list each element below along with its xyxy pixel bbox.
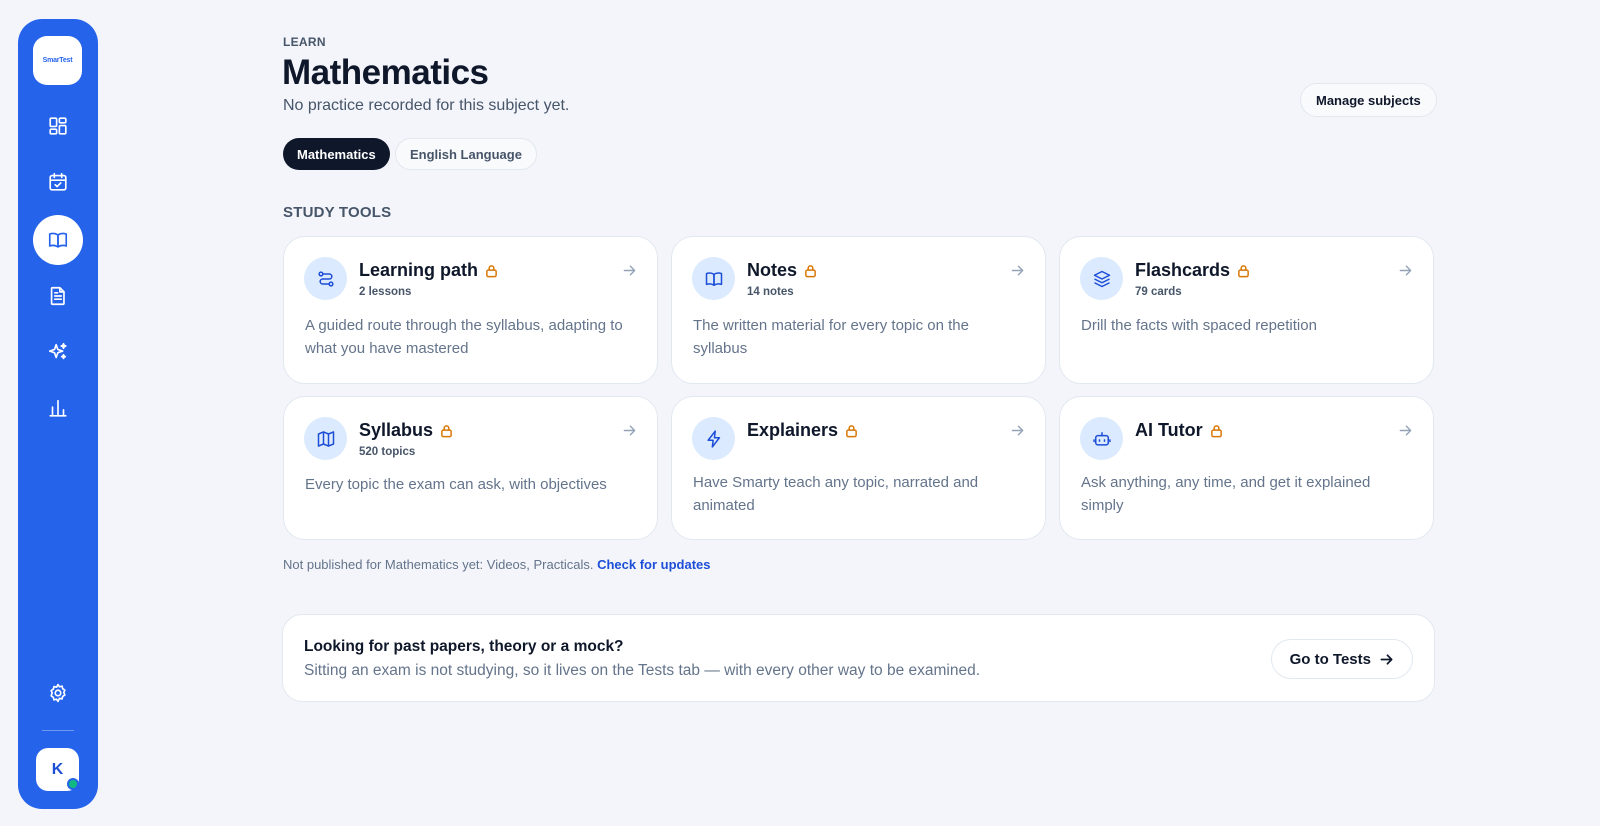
tests-callout-description: Sitting an exam is not studying, so it l… [304, 662, 981, 679]
sidebar: SmarTest K [18, 19, 98, 809]
document-icon [50, 286, 65, 306]
tool-card-description: Drill the facts with spaced repetition [1081, 317, 1317, 334]
arrow-right-icon [1399, 425, 1412, 436]
tool-card-description: Every topic the exam can ask, with objec… [305, 476, 607, 493]
manage-subjects-button[interactable]: Manage subjects [1300, 83, 1437, 117]
gear-icon [50, 683, 66, 703]
lock-icon [441, 424, 452, 437]
arrow-right-icon [623, 425, 636, 436]
arrow-right-icon [1011, 425, 1024, 436]
arrow-right-icon [1011, 265, 1024, 276]
sidebar-item-learn[interactable] [33, 215, 83, 265]
tool-card-title: Syllabus [359, 420, 434, 440]
unpublished-note-text: Not published for Mathematics yet: Video… [283, 557, 594, 572]
unpublished-note: Not published for Mathematics yet: Video… [283, 557, 711, 572]
sidebar-item-dashboard[interactable] [33, 101, 83, 151]
tool-card-description: Ask anything, any time, and get it expla… [1081, 474, 1371, 514]
arrow-right-icon [1399, 265, 1412, 276]
sidebar-divider [42, 730, 74, 731]
tool-card-title: Notes [747, 260, 798, 280]
sparkles-icon [48, 342, 67, 360]
route-icon [304, 257, 347, 300]
book-open-icon [692, 257, 735, 300]
calendar-check-icon [49, 172, 67, 191]
lock-icon [1238, 264, 1249, 277]
robot-icon [1080, 417, 1123, 460]
tests-callout: Looking for past papers, theory or a moc… [282, 614, 1435, 702]
page-title: Mathematics [282, 53, 489, 92]
sidebar-item-calendar[interactable] [33, 157, 83, 207]
tool-card-ai-tutor[interactable]: AI Tutor Ask anything, any time, and get… [1059, 396, 1434, 540]
lock-icon [486, 264, 497, 277]
tool-card-description: A guided route through the syllabus, ada… [305, 317, 623, 357]
subject-chip-english-language[interactable]: English Language [395, 138, 537, 170]
tool-card-learning-path[interactable]: Learning path 2 lessons A guided route t… [283, 236, 658, 384]
tool-card-count: 520 topics [359, 446, 416, 458]
tool-card-notes[interactable]: Notes 14 notes The written material for … [671, 236, 1046, 384]
tool-card-description: Have Smarty teach any topic, narrated an… [693, 474, 979, 514]
avatar-initial: K [51, 760, 64, 778]
sidebar-item-stats[interactable] [33, 383, 83, 433]
sidebar-item-tests[interactable] [33, 271, 83, 321]
arrow-right-icon [623, 265, 636, 276]
lock-icon [805, 264, 816, 277]
book-open-icon [48, 232, 68, 248]
tool-card-explainers[interactable]: Explainers Have Smarty teach any topic, … [671, 396, 1046, 540]
tool-card-title: AI Tutor [1135, 420, 1203, 440]
sidebar-item-settings[interactable] [33, 668, 83, 718]
tool-card-count: 79 cards [1135, 286, 1182, 298]
bar-chart-icon [49, 399, 67, 417]
tool-card-description: The written material for every topic on … [693, 317, 969, 357]
lock-icon [846, 424, 857, 437]
map-icon [304, 417, 347, 460]
tool-card-count: 2 lessons [359, 286, 412, 298]
page-subtitle: No practice recorded for this subject ye… [283, 97, 570, 114]
tool-card-title: Learning path [359, 260, 479, 280]
app-logo[interactable]: SmarTest [33, 36, 82, 85]
layers-icon [1080, 257, 1123, 300]
app-logo-text: SmarTest [42, 57, 73, 64]
breadcrumb: LEARN [283, 35, 326, 49]
lock-icon [1210, 424, 1222, 437]
tool-card-count: 14 notes [747, 286, 794, 298]
lightning-icon [692, 417, 735, 460]
subject-chip-mathematics[interactable]: Mathematics [283, 138, 390, 170]
tool-card-title: Flashcards [1135, 260, 1231, 280]
dashboard-icon [49, 117, 67, 135]
tool-card-syllabus[interactable]: Syllabus 520 topics Every topic the exam… [283, 396, 658, 540]
section-label-study-tools: STUDY TOOLS [283, 204, 392, 221]
tool-card-flashcards[interactable]: Flashcards 79 cards Drill the facts with… [1059, 236, 1434, 384]
online-status-dot [67, 778, 79, 790]
arrow-right-icon [1380, 653, 1393, 665]
tests-callout-title: Looking for past papers, theory or a moc… [304, 638, 624, 655]
tool-card-title: Explainers [747, 420, 839, 440]
go-to-tests-label: Go to Tests [1289, 650, 1371, 668]
check-for-updates-link[interactable]: Check for updates [597, 557, 710, 572]
go-to-tests-button[interactable]: Go to Tests [1270, 639, 1413, 679]
sidebar-item-ai[interactable] [33, 327, 83, 377]
